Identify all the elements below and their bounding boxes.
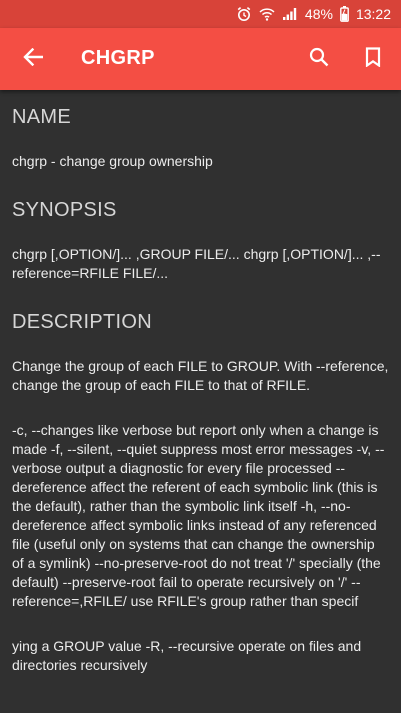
section-paragraph: Change the group of each FILE to GROUP. … <box>12 358 389 393</box>
search-button[interactable] <box>300 40 338 78</box>
page-title: CHGRP <box>81 47 155 69</box>
wifi-icon <box>259 6 275 22</box>
man-page-content[interactable]: NAME chgrp - change group ownership SYNO… <box>0 90 401 713</box>
section-name: NAME chgrp - change group ownership <box>12 104 389 171</box>
section-heading: DESCRIPTION <box>12 311 152 333</box>
status-bar: 48% 13:22 <box>0 0 401 28</box>
back-button[interactable] <box>14 40 52 78</box>
section-heading: SYNOPSIS <box>12 199 117 221</box>
section-paragraph: chgrp [,OPTION/]... ,GROUP FILE/... chgr… <box>12 246 381 281</box>
search-icon <box>309 47 329 72</box>
signal-icon <box>282 7 298 21</box>
section-paragraph: ying a GROUP value -R, --recursive opera… <box>12 638 362 673</box>
alarm-icon <box>236 6 252 22</box>
clock: 13:22 <box>355 6 391 22</box>
section-description: DESCRIPTION Change the group of each FIL… <box>12 309 389 675</box>
section-heading: NAME <box>12 106 71 128</box>
section-paragraph: chgrp - change group ownership <box>12 153 213 169</box>
bookmark-button[interactable] <box>354 40 392 78</box>
arrow-left-icon <box>23 47 44 71</box>
app-bar: CHGRP <box>0 28 401 90</box>
bookmark-icon <box>365 46 381 72</box>
section-paragraph: -c, --changes like verbose but report on… <box>12 422 385 609</box>
battery-percent: 48% <box>304 6 333 22</box>
battery-icon <box>340 6 349 22</box>
section-synopsis: SYNOPSIS chgrp [,OPTION/]... ,GROUP FILE… <box>12 197 389 283</box>
